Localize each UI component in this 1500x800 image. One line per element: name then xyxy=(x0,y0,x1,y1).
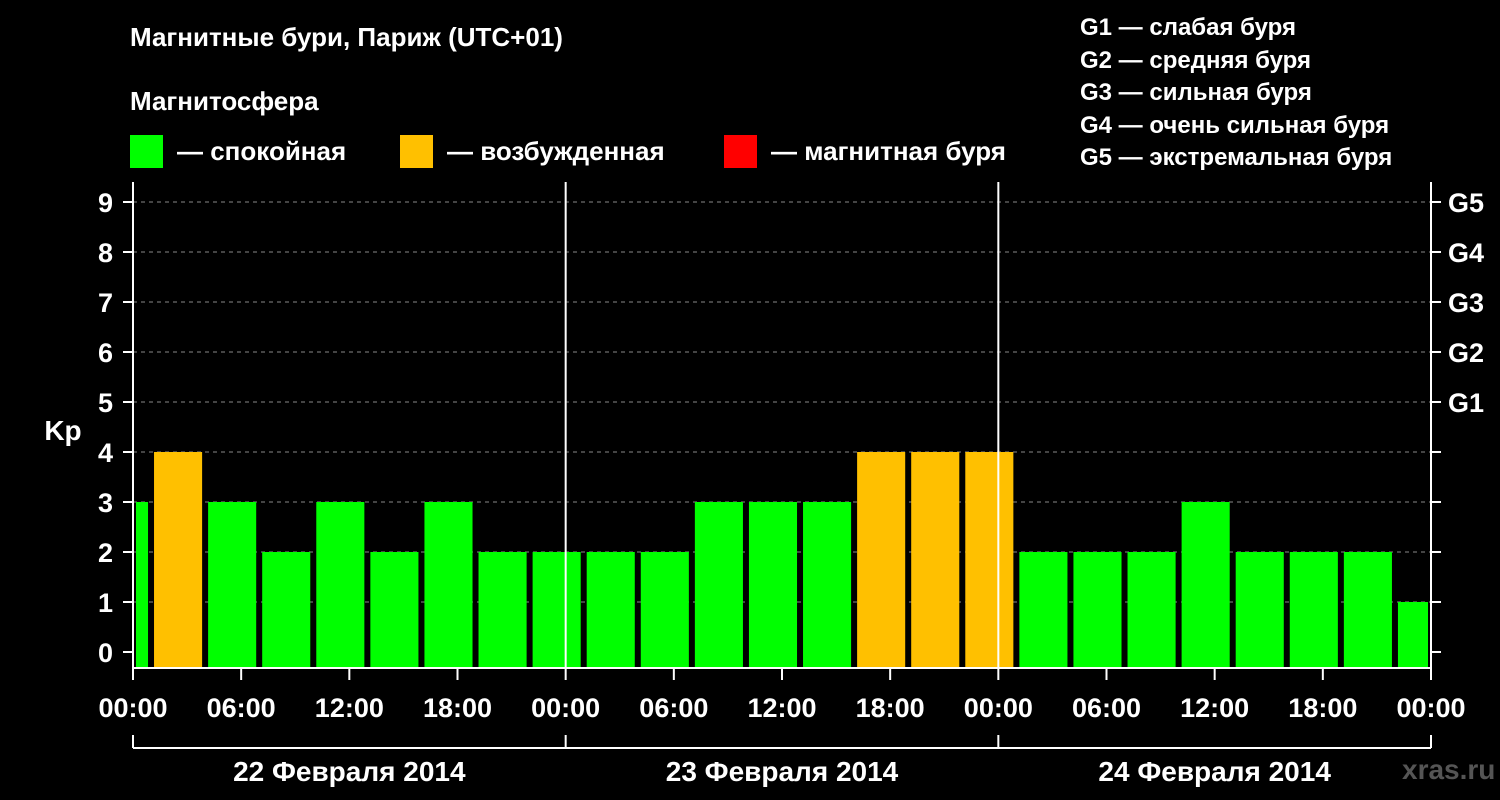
kp-bar xyxy=(478,552,527,667)
y-tick-label: 6 xyxy=(98,338,113,368)
kp-bar xyxy=(586,552,635,667)
y-tick-label: 1 xyxy=(98,588,113,618)
g-scale-label: G3 xyxy=(1448,288,1484,318)
x-tick-label: 18:00 xyxy=(423,693,492,723)
y-tick-label: 3 xyxy=(98,488,113,518)
y-axis-title: Kp xyxy=(44,415,81,446)
kp-bar xyxy=(1127,552,1176,667)
day-label: 22 Февраля 2014 xyxy=(233,756,466,787)
kp-bar xyxy=(208,502,257,667)
x-tick-label: 06:00 xyxy=(639,693,708,723)
kp-bar xyxy=(694,502,743,667)
day-label: 23 Февраля 2014 xyxy=(666,756,899,787)
kp-bar xyxy=(748,502,798,667)
kp-bar xyxy=(1343,552,1392,667)
kp-bar xyxy=(370,552,419,667)
y-tick-label: 2 xyxy=(98,538,113,568)
x-tick-label: 06:00 xyxy=(1072,693,1141,723)
kp-bar xyxy=(262,552,311,667)
g-scale-label: G2 xyxy=(1448,338,1484,368)
kp-bar xyxy=(1181,502,1230,667)
kp-chart: 0 1 2 3 4 5 6 7 8 9 G1 G2 G3 G4 G5 Kp 00:00 06:00 12:00 18:… xyxy=(44,182,1484,787)
kp-bar xyxy=(911,452,960,667)
x-tick-label: 00:00 xyxy=(964,693,1033,723)
kp-bar xyxy=(532,552,581,667)
y-tick-label: 9 xyxy=(98,188,113,218)
y-tick-label: 0 xyxy=(98,638,113,668)
x-tick-label: 12:00 xyxy=(315,693,384,723)
y-tick-label: 7 xyxy=(98,288,113,318)
kp-bar xyxy=(424,502,473,667)
g-scale-label: G4 xyxy=(1448,238,1484,268)
kp-bar xyxy=(154,452,203,667)
kp-bar xyxy=(965,452,1014,667)
kp-bar xyxy=(136,502,149,667)
g-scale-label: G5 xyxy=(1448,188,1484,218)
kp-bar xyxy=(640,552,689,667)
g-scale-label: G1 xyxy=(1448,388,1484,418)
y-tick-label: 5 xyxy=(98,388,113,418)
kp-bar xyxy=(857,452,906,667)
day-label: 24 Февраля 2014 xyxy=(1098,756,1331,787)
x-tick-label: 06:00 xyxy=(207,693,276,723)
x-tick-label: 12:00 xyxy=(747,693,816,723)
watermark: xras.ru xyxy=(1402,754,1496,785)
kp-bar xyxy=(1235,552,1284,667)
kp-bar xyxy=(316,502,365,667)
y-tick-label: 8 xyxy=(98,238,113,268)
x-tick-label: 00:00 xyxy=(98,693,167,723)
x-tick-label: 00:00 xyxy=(1396,693,1465,723)
x-tick-label: 12:00 xyxy=(1180,693,1249,723)
kp-bar xyxy=(1019,552,1068,667)
x-tick-label: 18:00 xyxy=(1288,693,1357,723)
kp-bar xyxy=(803,502,852,667)
kp-bar xyxy=(1289,552,1338,667)
x-tick-label: 00:00 xyxy=(531,693,600,723)
kp-bar xyxy=(1073,552,1122,667)
y-tick-label: 4 xyxy=(98,438,113,468)
x-tick-label: 18:00 xyxy=(856,693,925,723)
kp-bar xyxy=(1397,602,1428,667)
